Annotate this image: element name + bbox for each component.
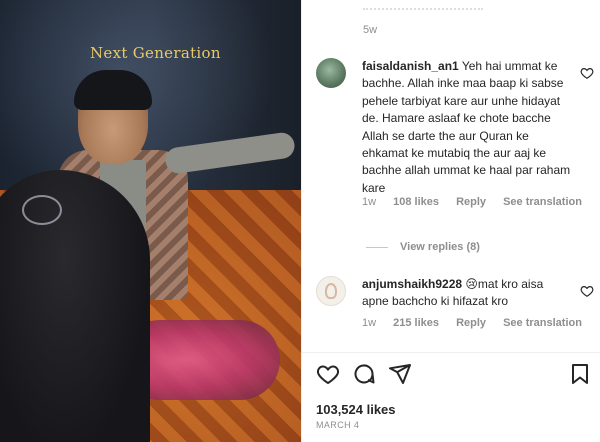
comment-time: 1w <box>362 317 377 329</box>
comment-body: anjumshaikh9228 😢mat kro aisa apne bachc… <box>362 276 572 311</box>
like-comment-heart-icon[interactable] <box>580 66 594 80</box>
comments-panel: 5w faisaldanish_an1 Yeh hai ummat ke bac… <box>301 0 600 442</box>
see-translation-link[interactable]: See translation <box>503 196 582 208</box>
comment-meta: 1w 108 likes Reply See translation <box>362 196 596 208</box>
bookmark-icon[interactable] <box>568 362 592 386</box>
share-icon[interactable] <box>388 362 412 386</box>
post-media[interactable]: Next Generation <box>0 0 301 442</box>
avatar[interactable] <box>316 58 346 88</box>
post-likes-count[interactable]: 103,524 likes <box>316 402 396 417</box>
comment-text: Yeh hai ummat ke bachhe. Allah inke maa … <box>362 59 571 195</box>
previous-comment-time: 5w <box>363 24 378 36</box>
media-hair-clip <box>22 195 62 225</box>
section-divider <box>302 352 600 353</box>
comment-icon[interactable] <box>352 362 376 386</box>
post-date: MARCH 4 <box>316 420 360 430</box>
comment-likes[interactable]: 108 likes <box>393 196 439 208</box>
comment-meta: 1w 215 likes Reply See translation <box>362 317 596 329</box>
comment-item: faisaldanish_an1 Yeh hai ummat ke bachhe… <box>316 58 596 218</box>
see-translation-link[interactable]: See translation <box>503 317 582 329</box>
reply-button[interactable]: Reply <box>456 317 486 329</box>
view-replies-button[interactable]: View replies (8) <box>366 241 480 253</box>
comment-time: 1w <box>362 196 377 208</box>
comment-likes[interactable]: 215 likes <box>393 317 439 329</box>
view-replies-label: View replies (8) <box>400 241 480 253</box>
heart-icon[interactable] <box>316 362 340 386</box>
truncated-previous-row <box>363 4 483 10</box>
comment-body: faisaldanish_an1 Yeh hai ummat ke bachhe… <box>362 58 572 197</box>
comment-username[interactable]: anjumshaikh9228 <box>362 277 462 291</box>
like-comment-heart-icon[interactable] <box>580 284 594 298</box>
replies-divider-line <box>366 246 388 248</box>
comment-username[interactable]: faisaldanish_an1 <box>362 59 459 73</box>
reply-button[interactable]: Reply <box>456 196 486 208</box>
post-actions-bar <box>316 362 592 388</box>
media-overlay-caption: Next Generation <box>90 44 221 62</box>
avatar[interactable] <box>316 276 346 306</box>
comment-item: anjumshaikh9228 😢mat kro aisa apne bachc… <box>316 276 596 336</box>
